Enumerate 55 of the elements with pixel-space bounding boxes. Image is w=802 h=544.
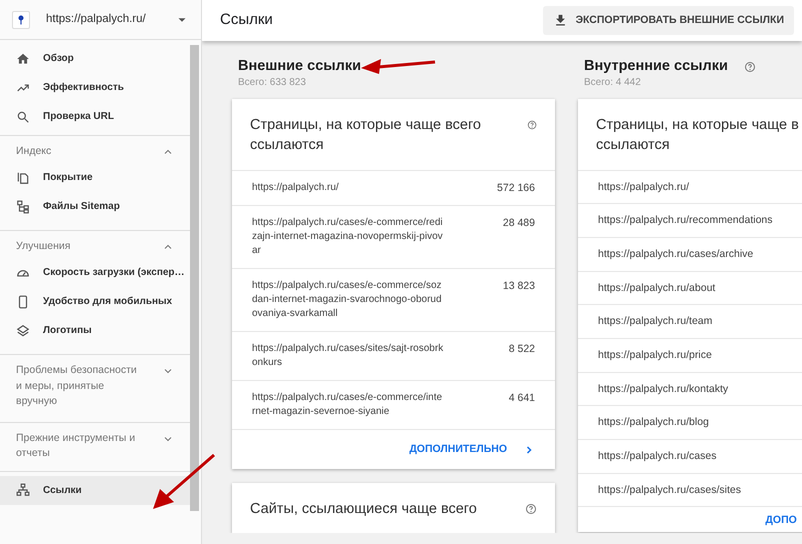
nav-item[interactable]: Проверка URL: [0, 102, 190, 131]
table-cell: https://palpalych.ru/team: [598, 314, 712, 329]
card-title: Сайты, ссылающиеся чаще всего: [250, 500, 477, 519]
table-cell: https://palpalych.ru/cases/archive: [598, 246, 754, 262]
table-cell: https://palpalych.ru/kontakty: [598, 382, 728, 396]
table-cell-text: https://palpalych.ru/cases/e-commerce/internet-magazin-severnoe-siyanie: [252, 391, 444, 420]
layers-icon: [16, 324, 30, 338]
nav-item[interactable]: Обзор: [0, 44, 190, 73]
table-cell-text: 8 522: [508, 342, 535, 358]
card-title: Страницы, на которые чаще в ссылаются: [596, 116, 799, 156]
nav-item[interactable]: Ссылки: [0, 476, 190, 505]
site-url: https://palpalych.ru/: [46, 12, 147, 27]
section-header[interactable]: Прежние инструменты и отчеты: [0, 423, 190, 466]
nav-item[interactable]: Удобство для мобильных: [0, 287, 190, 316]
table-cell: https://palpalych.ru/cases/e-commerce/redizajn-internet-magazina-novopermskij-pivovar: [252, 216, 444, 258]
nav-item[interactable]: Логотипы: [0, 316, 190, 346]
table-cell: https://palpalych.ru/about: [598, 280, 716, 296]
section-header[interactable]: Улучшения: [0, 231, 190, 258]
search-icon: [16, 110, 30, 124]
export-button[interactable]: ЭКСПОРТИРОВАТЬ ВНЕШНИЕ ССЫЛКИ: [542, 6, 794, 36]
phone-icon: [16, 294, 30, 309]
nav-item[interactable]: Покрытие: [0, 163, 190, 192]
nav-item[interactable]: Скорость загрузки (экспер…: [0, 258, 190, 288]
more-button[interactable]: ДОПО: [765, 513, 797, 528]
table-cell: https://palpalych.ru/blog: [598, 415, 709, 430]
table-cell: https://palpalych.ru/cases: [598, 449, 716, 464]
document-icon: [16, 170, 30, 185]
card-title: Страницы, на которые чаще всего ссылаются: [250, 116, 482, 156]
table-cell: https://palpalych.ru/cases/sites/sajt-rosobrkonkurs: [252, 342, 444, 370]
section-header[interactable]: Проблемы безопасности и меры, принятые вручную: [0, 355, 190, 414]
table-cell: https://palpalych.ru/price: [598, 348, 712, 363]
table-cell: https://palpalych.ru/recommendations: [598, 213, 773, 228]
nav-item[interactable]: Эффективность: [0, 73, 190, 102]
network-icon: [16, 483, 30, 498]
page-title: Ссылки: [220, 10, 273, 30]
table-cell: https://palpalych.ru/: [598, 180, 690, 194]
total-count: Всего: 4 442: [583, 76, 642, 90]
section-title: Внутренние ссылки: [584, 59, 728, 75]
table-cell: https://palpalych.ru/cases/sites: [598, 482, 741, 498]
section-header[interactable]: Индекс: [0, 136, 190, 164]
more-button[interactable]: ДОПОЛНИТЕЛЬНО: [409, 442, 535, 457]
sitemap-icon: [16, 200, 30, 214]
home-icon: [16, 52, 30, 66]
nav-item[interactable]: Файлы Sitemap: [0, 192, 190, 222]
table-cell-text: https://palpalych.ru/cases/e-commerce/sozdan-internet-magazin-svarochnogo-oborudovaniya-svarkamall: [252, 279, 443, 322]
table-cell-text: 28 489: [502, 216, 535, 232]
total-count: Всего: 633 823: [237, 76, 307, 90]
table-cell-text: 13 823: [502, 279, 535, 294]
scrollbar[interactable]: [190, 45, 199, 511]
table-cell-text: 4 641: [508, 391, 535, 406]
table-cell: 572 166: [497, 180, 535, 196]
section-title: Внешние ссылки: [238, 59, 362, 75]
logo-icon: [12, 10, 30, 28]
table-cell-text: https://palpalych.ru/: [252, 180, 340, 195]
arrow-annotation: [153, 454, 215, 509]
